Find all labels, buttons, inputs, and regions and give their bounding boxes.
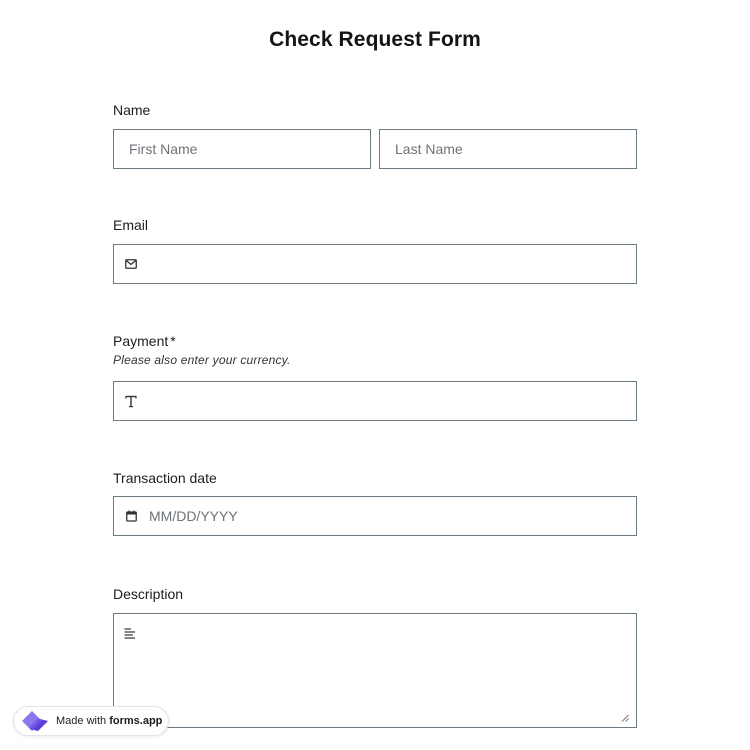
first-name-input[interactable] xyxy=(129,130,370,168)
made-with-forms-app-badge[interactable]: Made with forms.app xyxy=(13,706,169,736)
payment-field[interactable] xyxy=(113,381,637,421)
email-field[interactable] xyxy=(113,244,637,284)
forms-app-logo-icon xyxy=(20,709,50,733)
calendar-icon xyxy=(124,510,138,522)
resize-handle-icon[interactable] xyxy=(621,714,629,722)
description-field[interactable] xyxy=(113,613,637,728)
transaction-date-input[interactable] xyxy=(149,497,636,535)
payment-label: Payment * xyxy=(113,333,176,349)
transaction-date-field[interactable] xyxy=(113,496,637,536)
form-title: Check Request Form xyxy=(269,28,481,51)
text-t-icon xyxy=(124,395,138,408)
last-name-input[interactable] xyxy=(395,130,636,168)
badge-text: Made with forms.app xyxy=(56,715,162,727)
description-label: Description xyxy=(113,586,184,602)
last-name-field[interactable] xyxy=(379,129,637,169)
payment-hint: Please also enter your currency. xyxy=(113,353,291,367)
badge-brand: forms.app xyxy=(109,715,163,727)
name-label: Name xyxy=(113,102,151,118)
first-name-field[interactable] xyxy=(113,129,371,169)
description-textarea[interactable] xyxy=(148,626,622,720)
payment-label-text: Payment xyxy=(113,333,169,349)
payment-input[interactable] xyxy=(150,382,636,420)
badge-prefix: Made with xyxy=(56,715,107,727)
required-asterisk: * xyxy=(170,333,176,349)
email-input[interactable] xyxy=(150,245,636,283)
transaction-date-label: Transaction date xyxy=(113,470,217,486)
envelope-icon xyxy=(124,259,138,269)
form-page: Check Request Form Name Email Payment* P… xyxy=(0,0,750,750)
email-label: Email xyxy=(113,217,149,233)
paragraph-lines-icon xyxy=(124,628,136,639)
